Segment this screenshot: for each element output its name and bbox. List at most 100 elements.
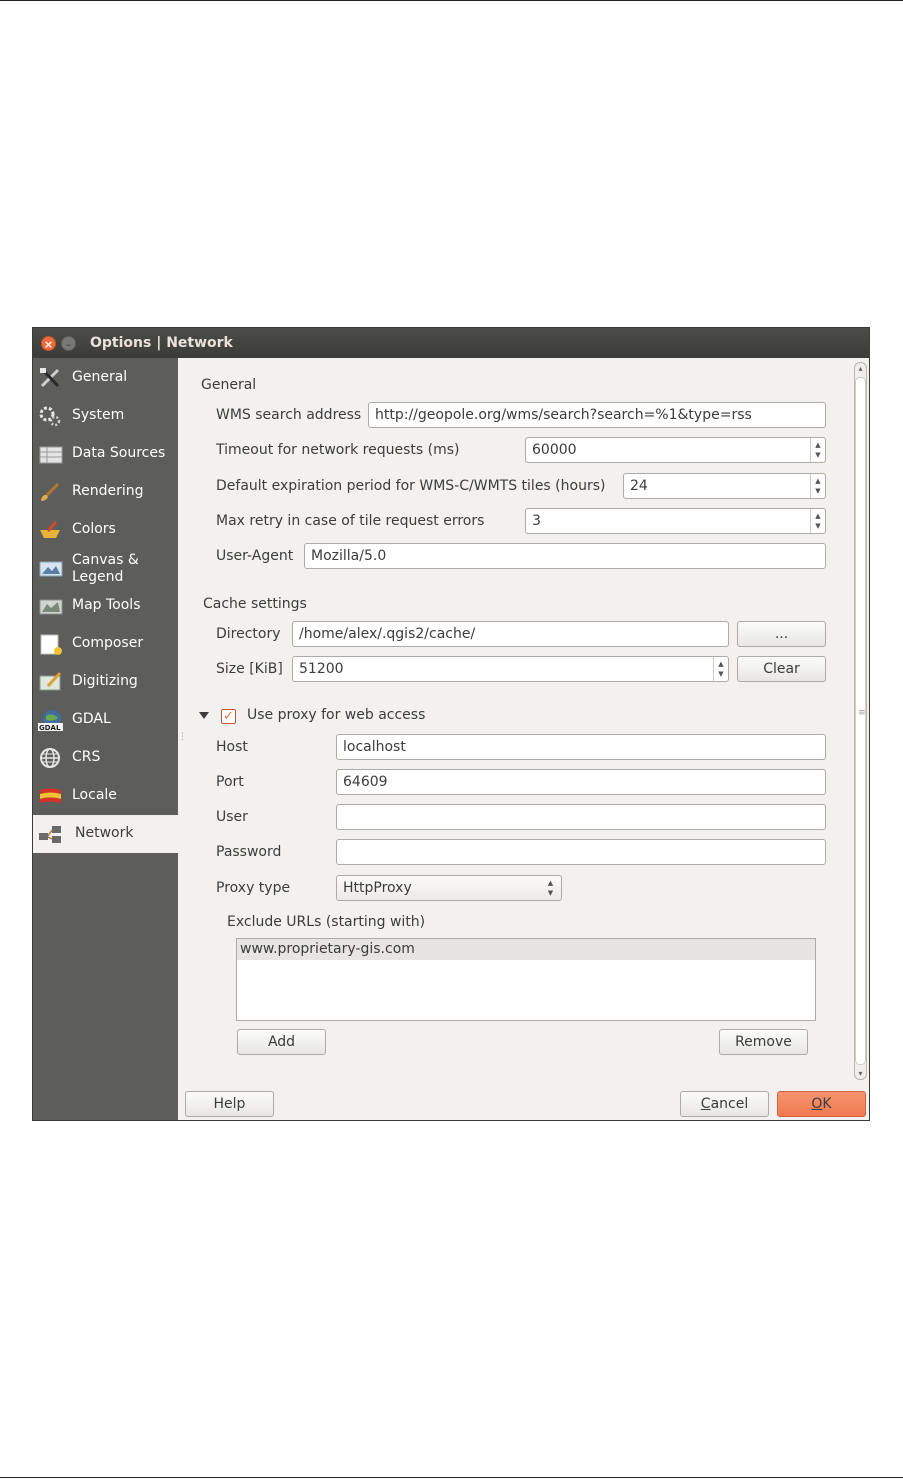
- general-heading: General: [201, 377, 257, 393]
- sidebar-item-composer[interactable]: Composer: [33, 625, 178, 663]
- proxy-password-input[interactable]: [336, 839, 826, 865]
- table-icon: [39, 446, 63, 464]
- dropdown-arrows-icon: ▲ ▼: [547, 879, 554, 897]
- sidebar-item-crs[interactable]: CRS: [33, 739, 178, 777]
- cache-size-label: Size [KiB]: [216, 661, 283, 677]
- sidebar-item-colors[interactable]: Colors: [33, 511, 178, 549]
- sidebar-item-label: Canvas & Legend: [72, 552, 139, 585]
- sidebar-item-label: Digitizing: [72, 673, 138, 689]
- timeout-spinbox[interactable]: 60000 ▲ ▼: [525, 437, 826, 463]
- exclude-urls-list[interactable]: www.proprietary-gis.com: [236, 938, 816, 1021]
- sidebar-item-label: Colors: [72, 521, 116, 537]
- retry-label: Max retry in case of tile request errors: [216, 513, 485, 529]
- titlebar: × – Options | Network: [33, 328, 869, 358]
- sidebar-item-label: GDAL: [72, 711, 111, 727]
- sidebar-item-label: Map Tools: [72, 597, 141, 613]
- scroll-up-icon[interactable]: ▴: [855, 364, 866, 373]
- proxy-type-value: HttpProxy: [343, 880, 412, 896]
- expiration-value: 24: [630, 478, 648, 494]
- sidebar-item-label: System: [72, 407, 125, 423]
- close-icon[interactable]: ×: [41, 336, 56, 351]
- proxy-port-input[interactable]: 64609: [336, 769, 826, 795]
- cache-directory-label: Directory: [216, 626, 281, 642]
- globe-icon: [40, 748, 60, 768]
- sidebar-item-rendering[interactable]: Rendering: [33, 473, 178, 511]
- proxy-type-label: Proxy type: [216, 880, 291, 896]
- sidebar-item-digitizing[interactable]: Digitizing: [33, 663, 178, 701]
- sidebar-item-data-sources[interactable]: Data Sources: [33, 435, 178, 473]
- brush-icon: [41, 482, 60, 501]
- expiration-label: Default expiration period for WMS-C/WMTS…: [216, 478, 606, 494]
- splitter-grip[interactable]: ⋮: [178, 732, 187, 742]
- page-bottom-rule: [0, 1477, 903, 1478]
- sidebar-item-label: Network: [75, 825, 134, 841]
- proxy-user-label: User: [216, 809, 248, 825]
- cancel-mnemonic: C: [700, 1096, 711, 1112]
- sidebar-item-label: CRS: [72, 749, 101, 765]
- spin-arrows-icon[interactable]: ▲ ▼: [810, 438, 825, 462]
- options-dialog: × – Options | Network General System Dat…: [32, 327, 870, 1121]
- sidebar-item-system[interactable]: System: [33, 397, 178, 435]
- proxy-type-select[interactable]: HttpProxy ▲ ▼: [336, 875, 562, 901]
- proxy-password-label: Password: [216, 844, 282, 860]
- sidebar-item-general[interactable]: General: [33, 359, 178, 397]
- spin-arrows-icon[interactable]: ▲ ▼: [713, 657, 728, 681]
- use-proxy-checkbox[interactable]: ✓: [221, 709, 236, 724]
- add-url-button[interactable]: Add: [237, 1029, 326, 1055]
- user-agent-label: User-Agent: [216, 548, 294, 564]
- remove-url-button[interactable]: Remove: [719, 1029, 808, 1055]
- cache-directory-input[interactable]: /home/alex/.qgis2/cache/: [292, 621, 729, 647]
- vertical-scrollbar[interactable]: ▴ ▾: [854, 362, 867, 1080]
- map-tools-icon: [39, 599, 63, 615]
- wms-search-input[interactable]: http://geopole.org/wms/search?search=%1&…: [368, 402, 826, 428]
- panel-grip[interactable]: ≡: [858, 708, 866, 718]
- browse-button[interactable]: ...: [737, 621, 826, 647]
- page-top-rule: [0, 0, 903, 1]
- sidebar-item-network[interactable]: Network: [33, 815, 178, 853]
- cache-size-value: 51200: [299, 661, 344, 677]
- gdal-icon: GDAL: [38, 710, 63, 732]
- sidebar-item-locale[interactable]: Locale: [33, 777, 178, 815]
- svg-text:GDAL: GDAL: [39, 724, 61, 732]
- sidebar-item-label: Data Sources: [72, 445, 166, 461]
- scrollbar-thumb[interactable]: [855, 377, 866, 1065]
- timeout-label: Timeout for network requests (ms): [216, 442, 460, 458]
- spin-arrows-icon[interactable]: ▲ ▼: [810, 474, 825, 498]
- timeout-value: 60000: [532, 442, 577, 458]
- help-button[interactable]: Help: [185, 1091, 274, 1117]
- sidebar-item-label: Locale: [72, 787, 117, 803]
- digitizing-icon: [39, 671, 62, 691]
- cache-heading: Cache settings: [203, 596, 307, 612]
- ok-button[interactable]: OK: [777, 1091, 866, 1117]
- sidebar-item-canvas-legend[interactable]: Canvas & Legend: [33, 549, 178, 587]
- expiration-spinbox[interactable]: 24 ▲ ▼: [623, 473, 826, 499]
- network-icon: [39, 826, 61, 843]
- tools-icon: [40, 368, 60, 388]
- palette-icon: [40, 521, 60, 538]
- scroll-down-icon[interactable]: ▾: [855, 1069, 866, 1078]
- clear-cache-button[interactable]: Clear: [737, 656, 826, 682]
- minimize-icon[interactable]: –: [61, 336, 76, 351]
- ok-label: K: [822, 1096, 832, 1112]
- sidebar-item-gdal[interactable]: GDAL GDAL: [33, 701, 178, 739]
- exclude-urls-label: Exclude URLs (starting with): [227, 914, 426, 930]
- flag-icon: [40, 788, 61, 803]
- collapse-arrow-icon[interactable]: [199, 712, 209, 719]
- proxy-user-input[interactable]: [336, 804, 826, 830]
- sidebar-item-map-tools[interactable]: Map Tools: [33, 587, 178, 625]
- retry-spinbox[interactable]: 3 ▲ ▼: [525, 508, 826, 534]
- spin-arrows-icon[interactable]: ▲ ▼: [810, 509, 825, 533]
- use-proxy-label[interactable]: Use proxy for web access: [247, 707, 425, 723]
- cancel-button[interactable]: Cancel: [680, 1091, 769, 1117]
- list-item[interactable]: www.proprietary-gis.com: [237, 939, 815, 960]
- sidebar: General System Data Sources Rendering Co…: [33, 358, 178, 1120]
- proxy-host-label: Host: [216, 739, 248, 755]
- user-agent-input[interactable]: Mozilla/5.0: [304, 543, 826, 569]
- proxy-host-input[interactable]: localhost: [336, 734, 826, 760]
- sidebar-item-label: General: [72, 369, 128, 385]
- composer-icon: [40, 634, 62, 655]
- window-title: Options | Network: [90, 335, 233, 351]
- retry-value: 3: [532, 513, 541, 529]
- proxy-port-label: Port: [216, 774, 244, 790]
- cache-size-spinbox[interactable]: 51200 ▲ ▼: [292, 656, 729, 682]
